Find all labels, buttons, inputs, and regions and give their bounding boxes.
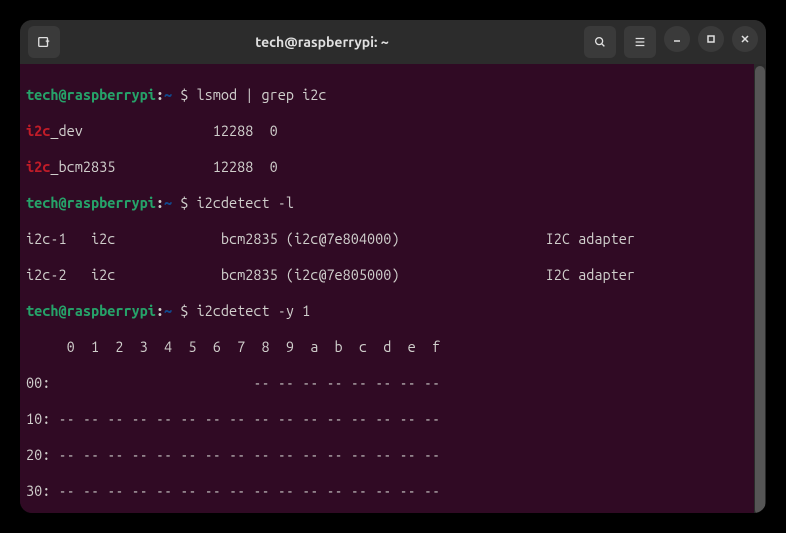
prompt-line: tech@raspberrypi:~ $ i2cdetect -l	[26, 194, 760, 212]
search-button[interactable]	[584, 26, 616, 58]
scrollbar-thumb[interactable]	[755, 66, 765, 513]
scan-row: 30: -- -- -- -- -- -- -- -- -- -- -- -- …	[26, 482, 760, 500]
scan-row: 20: -- -- -- -- -- -- -- -- -- -- -- -- …	[26, 446, 760, 464]
titlebar: tech@raspberrypi: ~	[20, 20, 766, 64]
grep-match: i2c	[26, 158, 50, 175]
command-i2cdetect-l: i2cdetect -l	[197, 194, 294, 211]
output-line: i2c-1 i2c bcm2835 (i2c@7e804000) I2C ada…	[26, 230, 760, 248]
grep-match: i2c	[26, 122, 50, 139]
minimize-button[interactable]	[664, 26, 690, 52]
menu-button[interactable]	[624, 26, 656, 58]
new-tab-button[interactable]	[28, 26, 60, 58]
command-lsmod: lsmod | grep i2c	[197, 86, 327, 103]
prompt-line: tech@raspberrypi:~ $ lsmod | grep i2c	[26, 86, 760, 104]
terminal-viewport[interactable]: tech@raspberrypi:~ $ lsmod | grep i2c i2…	[20, 64, 766, 513]
maximize-button[interactable]	[698, 26, 724, 52]
scrollbar[interactable]	[754, 64, 766, 513]
command-i2cdetect-y: i2cdetect -y 1	[197, 302, 311, 319]
scan-row: 10: -- -- -- -- -- -- -- -- -- -- -- -- …	[26, 410, 760, 428]
close-button[interactable]	[732, 26, 758, 52]
terminal-window: tech@raspberrypi: ~ tech@raspberrypi:~ $…	[20, 20, 766, 513]
scan-row: 00: -- -- -- -- -- -- -- --	[26, 374, 760, 392]
output-line: i2c-2 i2c bcm2835 (i2c@7e805000) I2C ada…	[26, 266, 760, 284]
window-title: tech@raspberrypi: ~	[68, 34, 576, 50]
output-line: i2c_dev 12288 0	[26, 122, 760, 140]
prompt-path: ~	[164, 86, 172, 103]
output-line: i2c_bcm2835 12288 0	[26, 158, 760, 176]
prompt-user: tech@raspberrypi	[26, 86, 156, 103]
prompt-line: tech@raspberrypi:~ $ i2cdetect -y 1	[26, 302, 760, 320]
scan-header: 0 1 2 3 4 5 6 7 8 9 a b c d e f	[26, 338, 760, 356]
